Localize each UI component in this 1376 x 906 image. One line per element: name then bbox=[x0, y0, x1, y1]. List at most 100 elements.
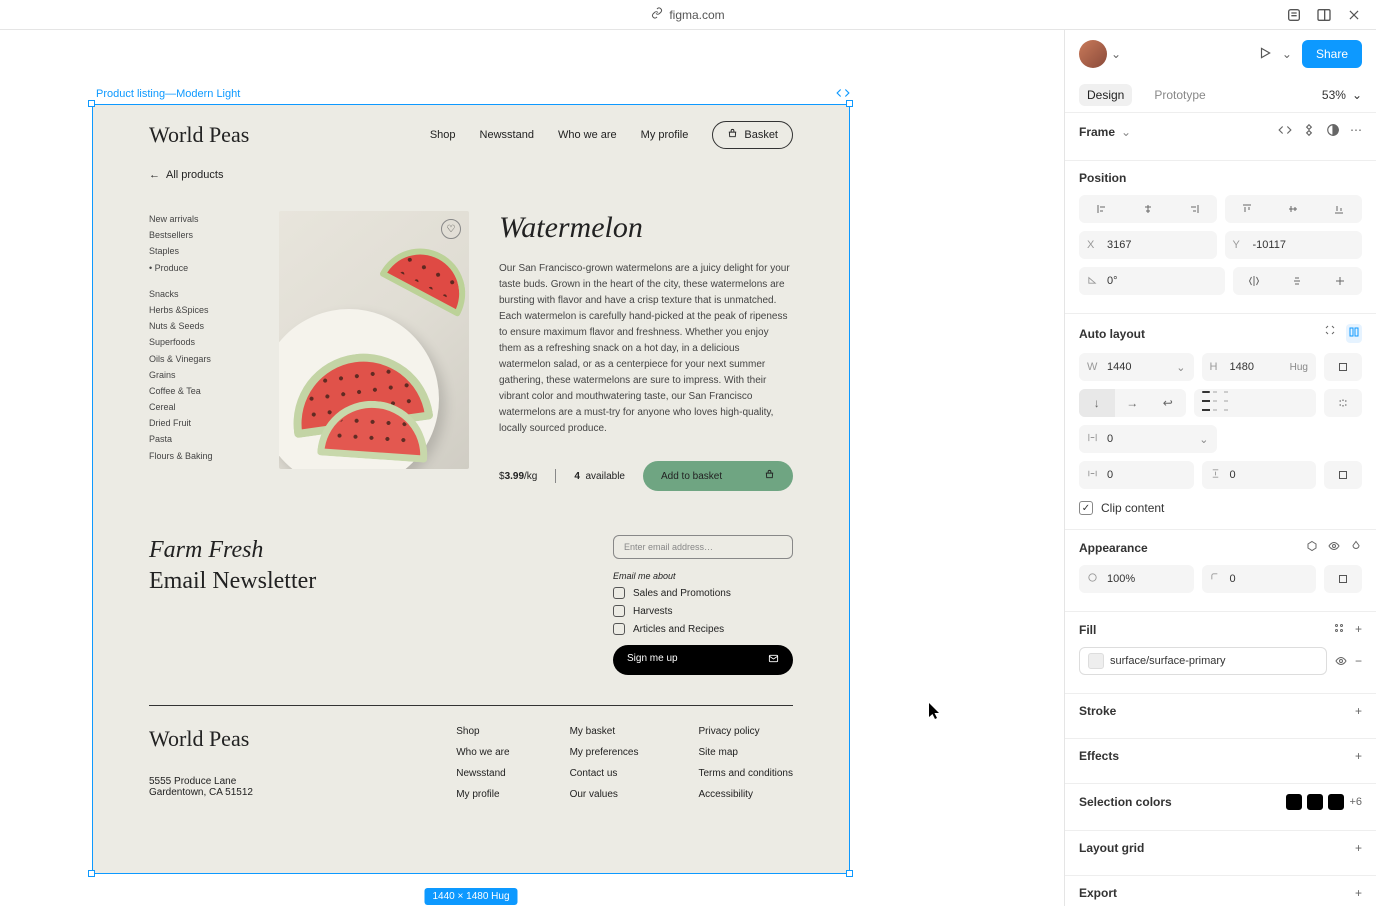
align-bottom-icon[interactable] bbox=[1316, 195, 1362, 223]
tab-prototype[interactable]: Prototype bbox=[1146, 84, 1213, 106]
sidebar-item[interactable]: New arrivals bbox=[149, 211, 249, 227]
clip-content-checkbox[interactable]: Clip content bbox=[1079, 497, 1362, 519]
panel-icon[interactable] bbox=[1316, 7, 1332, 23]
styles-icon[interactable] bbox=[1333, 622, 1345, 637]
radius-field[interactable]: 0 bbox=[1202, 565, 1317, 593]
sidebar-item-active[interactable]: Produce bbox=[149, 260, 249, 276]
sidebar-item[interactable]: Staples bbox=[149, 243, 249, 259]
footer-link[interactable]: My profile bbox=[456, 789, 509, 800]
selected-frame[interactable]: World Peas Shop Newsstand Who we are My … bbox=[92, 104, 850, 874]
padding-v-field[interactable]: 0 bbox=[1202, 461, 1317, 489]
opacity-field[interactable]: 100% bbox=[1079, 565, 1194, 593]
variable-icon[interactable] bbox=[1306, 540, 1318, 555]
sidebar-item[interactable]: Superfoods bbox=[149, 334, 249, 350]
contrast-icon[interactable] bbox=[1326, 123, 1340, 140]
footer-link[interactable]: Accessibility bbox=[699, 789, 794, 800]
height-field[interactable]: H1480Hug bbox=[1202, 353, 1317, 381]
component-icon[interactable] bbox=[1302, 123, 1316, 140]
notes-icon[interactable] bbox=[1286, 7, 1302, 23]
tab-design[interactable]: Design bbox=[1079, 84, 1132, 106]
chevron-down-icon[interactable]: ⌄ bbox=[1111, 47, 1121, 61]
newsletter-option[interactable]: Articles and Recipes bbox=[613, 623, 793, 635]
newsletter-option[interactable]: Sales and Promotions bbox=[613, 587, 793, 599]
sidebar-item[interactable]: Flours & Baking bbox=[149, 448, 249, 464]
align-top-icon[interactable] bbox=[1225, 195, 1271, 223]
align-vcenter-icon[interactable] bbox=[1270, 195, 1316, 223]
plus-icon[interactable]: + bbox=[1355, 886, 1362, 900]
plus-icon[interactable]: + bbox=[1355, 841, 1362, 855]
avatar[interactable] bbox=[1079, 40, 1107, 68]
nav-who[interactable]: Who we are bbox=[558, 129, 617, 141]
nav-newsstand[interactable]: Newsstand bbox=[480, 129, 534, 141]
sidebar-item[interactable]: Nuts & Seeds bbox=[149, 318, 249, 334]
collapse-icon[interactable] bbox=[1324, 324, 1336, 343]
nav-profile[interactable]: My profile bbox=[641, 129, 689, 141]
more-colors[interactable]: +6 bbox=[1349, 796, 1362, 808]
rotation-field[interactable]: 0° bbox=[1079, 267, 1225, 295]
footer-link[interactable]: Site map bbox=[699, 747, 794, 758]
canvas[interactable]: Product listing—Modern Light World Peas … bbox=[0, 30, 1064, 906]
more-transform-icon[interactable] bbox=[1319, 267, 1362, 295]
sidebar-item[interactable]: Oils & Vinegars bbox=[149, 351, 249, 367]
code-icon[interactable] bbox=[1278, 123, 1292, 140]
padding-h-field[interactable]: 0 bbox=[1079, 461, 1194, 489]
fill-value[interactable]: surface/surface-primary bbox=[1079, 647, 1327, 675]
align-left-icon[interactable] bbox=[1079, 195, 1125, 223]
back-link[interactable]: ← All products bbox=[93, 165, 849, 197]
footer-link[interactable]: Terms and conditions bbox=[699, 768, 794, 779]
favorite-icon[interactable]: ♡ bbox=[441, 219, 461, 239]
newsletter-option[interactable]: Harvests bbox=[613, 605, 793, 617]
plus-icon[interactable]: + bbox=[1355, 749, 1362, 763]
minus-icon[interactable]: − bbox=[1355, 647, 1362, 675]
chevron-down-icon[interactable]: ⌄ bbox=[1282, 47, 1292, 61]
sidebar-item[interactable]: Pasta bbox=[149, 431, 249, 447]
footer-link[interactable]: Privacy policy bbox=[699, 726, 794, 737]
flip-v-icon[interactable] bbox=[1276, 267, 1319, 295]
frame-type-label[interactable]: Frame bbox=[1079, 125, 1115, 139]
footer-link[interactable]: Contact us bbox=[570, 768, 639, 779]
color-swatch[interactable] bbox=[1307, 794, 1323, 810]
share-button[interactable]: Share bbox=[1302, 40, 1362, 68]
plus-icon[interactable]: + bbox=[1355, 622, 1362, 637]
basket-button[interactable]: Basket bbox=[712, 121, 793, 149]
align-hcenter-icon[interactable] bbox=[1125, 195, 1171, 223]
sidebar-item[interactable]: Dried Fruit bbox=[149, 415, 249, 431]
play-icon[interactable] bbox=[1258, 46, 1272, 63]
footer-link[interactable]: Shop bbox=[456, 726, 509, 737]
sidebar-item[interactable]: Cereal bbox=[149, 399, 249, 415]
sidebar-item[interactable]: Grains bbox=[149, 367, 249, 383]
email-input[interactable]: Enter email address… bbox=[613, 535, 793, 559]
width-field[interactable]: W1440⌄ bbox=[1079, 353, 1194, 381]
sidebar-item[interactable]: Coffee & Tea bbox=[149, 383, 249, 399]
gap-field[interactable]: 0⌄ bbox=[1079, 425, 1217, 453]
frame-label[interactable]: Product listing—Modern Light bbox=[96, 88, 240, 100]
footer-link[interactable]: My basket bbox=[570, 726, 639, 737]
direction-vertical-icon[interactable]: ↓ bbox=[1079, 389, 1115, 417]
direction-wrap-icon[interactable]: ↩ bbox=[1150, 389, 1186, 417]
flip-h-icon[interactable] bbox=[1233, 267, 1276, 295]
signup-button[interactable]: Sign me up bbox=[613, 645, 793, 675]
sidebar-item[interactable]: Bestsellers bbox=[149, 227, 249, 243]
nav-shop[interactable]: Shop bbox=[430, 129, 456, 141]
padding-expand-icon[interactable] bbox=[1324, 461, 1362, 489]
auto-layout-icon[interactable] bbox=[1346, 324, 1362, 343]
blend-icon[interactable] bbox=[1350, 540, 1362, 555]
close-icon[interactable] bbox=[1346, 7, 1362, 23]
radius-expand-icon[interactable] bbox=[1324, 565, 1362, 593]
resize-options-icon[interactable] bbox=[1324, 353, 1362, 381]
sidebar-item[interactable]: Snacks bbox=[149, 286, 249, 302]
color-swatch[interactable] bbox=[1328, 794, 1344, 810]
x-field[interactable]: X3167 bbox=[1079, 231, 1217, 259]
more-icon[interactable]: ⋯ bbox=[1350, 123, 1362, 140]
align-right-icon[interactable] bbox=[1171, 195, 1217, 223]
plus-icon[interactable]: + bbox=[1355, 704, 1362, 718]
add-to-basket-button[interactable]: Add to basket bbox=[643, 461, 793, 491]
footer-link[interactable]: Newsstand bbox=[456, 768, 509, 779]
footer-link[interactable]: Our values bbox=[570, 789, 639, 800]
eye-icon[interactable] bbox=[1335, 647, 1347, 675]
footer-link[interactable]: My preferences bbox=[570, 747, 639, 758]
chevron-down-icon[interactable]: ⌄ bbox=[1121, 125, 1131, 139]
alignment-box[interactable] bbox=[1194, 389, 1317, 417]
y-field[interactable]: Y-10117 bbox=[1225, 231, 1363, 259]
color-swatch[interactable] bbox=[1286, 794, 1302, 810]
